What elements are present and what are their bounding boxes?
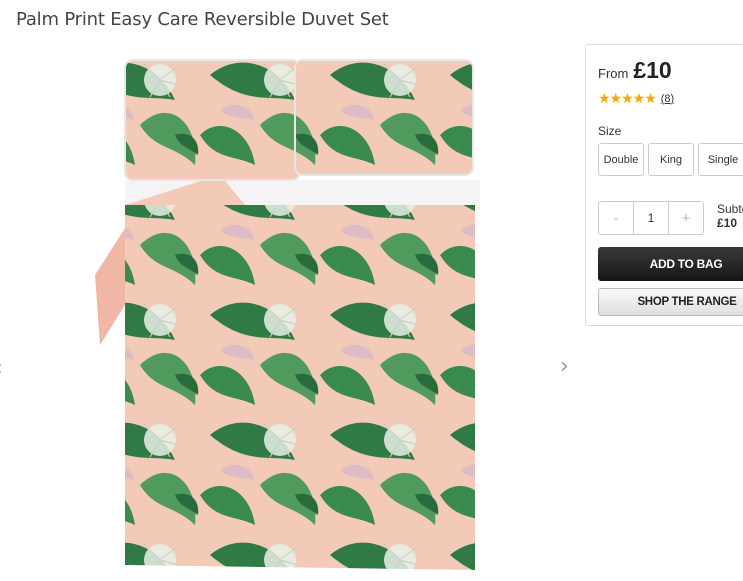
price-row: From £10 (598, 57, 672, 84)
quantity-stepper: - 1 + (598, 201, 704, 235)
size-option-single[interactable]: Single (698, 143, 743, 176)
from-label: From (598, 66, 629, 81)
size-label: Size (598, 124, 622, 138)
product-title: Palm Print Easy Care Reversible Duvet Se… (16, 9, 389, 30)
qty-increment-button[interactable]: + (669, 202, 703, 234)
add-to-bag-button[interactable]: ADD TO BAG (598, 247, 743, 281)
size-option-king[interactable]: King (648, 143, 694, 176)
qty-decrement-button[interactable]: - (599, 202, 633, 234)
star-rating-icon: ★★★★★ (598, 90, 657, 106)
qty-input[interactable]: 1 (633, 202, 669, 234)
price: £10 (633, 57, 672, 83)
subtotal-label: Subto (717, 202, 743, 216)
shop-the-range-button[interactable]: SHOP THE RANGE (598, 288, 743, 316)
size-option-double[interactable]: Double (598, 143, 644, 176)
chevron-right-icon[interactable]: › (560, 354, 569, 379)
chevron-left-icon[interactable]: ‹ (0, 356, 3, 381)
size-options: Double King Single (598, 143, 743, 176)
rating: ★★★★★ (8) (598, 90, 674, 107)
subtotal-value: £10 (717, 216, 738, 230)
product-image (95, 59, 480, 570)
reviews-link[interactable]: (8) (661, 93, 674, 105)
purchase-panel: From £10 ★★★★★ (8) Size Double King Sing… (585, 44, 743, 326)
subtotal: Subto £10 (717, 202, 743, 230)
